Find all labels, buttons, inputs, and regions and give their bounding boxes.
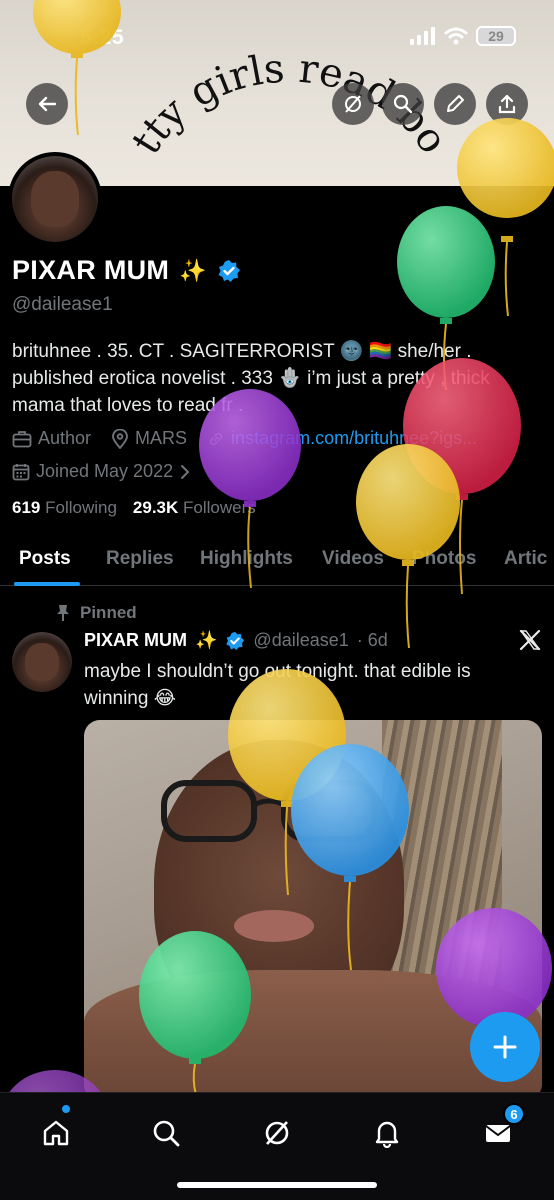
tweet-header: PIXAR MUM ✨ @dailease1 · 6d	[84, 630, 388, 651]
plus-icon	[493, 1035, 517, 1059]
location-icon	[112, 428, 128, 449]
edit-button[interactable]	[434, 83, 476, 125]
grok-icon	[265, 1121, 289, 1145]
grok-button[interactable]	[332, 83, 374, 125]
edit-icon	[447, 95, 464, 112]
x-logo-icon[interactable]	[518, 628, 542, 652]
follow-stats: 619 Following 29.3K Followers	[12, 498, 256, 518]
battery-indicator: 29	[476, 26, 516, 46]
tweet-author-name[interactable]: PIXAR MUM	[84, 630, 187, 651]
verified-icon[interactable]	[217, 259, 241, 283]
display-name: PIXAR MUM	[12, 255, 170, 285]
tweet-sparkle: ✨	[195, 630, 218, 650]
nav-grok[interactable]	[257, 1113, 297, 1153]
followers-stat[interactable]: 29.3K Followers	[133, 498, 256, 518]
tweet-author-handle: @dailease1	[253, 630, 349, 650]
followers-count: 29.3K	[132, 498, 179, 517]
tweet-avatar[interactable]	[12, 632, 72, 692]
share-icon	[498, 94, 516, 114]
briefcase-icon	[12, 430, 32, 447]
tab-posts[interactable]: Posts	[19, 548, 71, 570]
tab-articles[interactable]: Artic	[504, 548, 547, 570]
signal-icon	[410, 27, 435, 45]
tab-videos[interactable]: Videos	[322, 548, 384, 570]
verified-icon	[226, 631, 245, 650]
followers-label: Followers	[183, 498, 256, 517]
pinned-label-row: Pinned	[56, 603, 137, 623]
following-label: Following	[45, 498, 117, 517]
tweet-time: · 6d	[356, 630, 388, 650]
home-icon	[43, 1120, 69, 1146]
following-count: 619	[12, 498, 41, 517]
profile-joined-row[interactable]: Joined May 2022	[12, 461, 191, 482]
banner-arc-text: pretty girls read books	[0, 0, 456, 162]
profile-handle: @dailease1	[12, 294, 113, 315]
bell-icon	[375, 1121, 399, 1148]
svg-text:pretty girls read books: pretty girls read books	[0, 0, 456, 162]
home-unread-dot	[62, 1105, 70, 1113]
nav-notifications[interactable]	[367, 1113, 407, 1153]
tab-replies[interactable]: Replies	[106, 548, 174, 570]
media-glasses	[161, 780, 377, 842]
search-icon	[393, 94, 413, 114]
profile-location: MARS	[135, 428, 188, 448]
profile-tabs: Posts Replies Highlights Videos Photos A…	[0, 534, 554, 586]
profile-meta-row: Author MARS instagram.com/brituhnee?igs.…	[12, 428, 477, 449]
tab-highlights[interactable]: Highlights	[200, 548, 293, 570]
pinned-label: Pinned	[80, 603, 137, 622]
profile-link[interactable]: instagram.com/brituhnee?igs...	[231, 428, 477, 449]
media-lips	[234, 910, 314, 942]
nav-search[interactable]	[146, 1113, 186, 1153]
link-icon	[209, 432, 223, 445]
back-arrow-icon	[38, 96, 57, 112]
messages-badge: 6	[503, 1103, 525, 1125]
profile-avatar[interactable]	[8, 152, 102, 246]
home-indicator	[177, 1182, 377, 1188]
tweet-text: maybe I shouldn’t go out tonight. that e…	[84, 661, 471, 709]
active-tab-indicator	[14, 582, 80, 586]
tab-photos[interactable]: Photos	[412, 548, 476, 570]
status-time: 5:25	[80, 26, 125, 49]
calendar-icon	[12, 463, 30, 480]
profile-bio: brituhnee . 35. CT . SAGITERRORIST 🌚 🏳️‍…	[12, 341, 490, 416]
pin-icon	[57, 605, 69, 621]
wifi-icon	[444, 27, 468, 45]
search-button[interactable]	[382, 83, 424, 125]
status-icons: 29	[410, 26, 516, 46]
sparkle-emoji: ✨	[179, 257, 207, 283]
profile-joined: Joined May 2022	[36, 461, 174, 481]
share-button[interactable]	[486, 83, 528, 125]
nav-home[interactable]	[36, 1113, 76, 1153]
back-button[interactable]	[26, 83, 68, 125]
chevron-right-icon	[181, 464, 190, 479]
search-icon	[153, 1120, 180, 1147]
grok-icon	[345, 95, 361, 113]
profile-category: Author	[38, 428, 92, 448]
compose-button[interactable]	[470, 1012, 540, 1082]
following-stat[interactable]: 619 Following	[12, 498, 117, 518]
profile-name-row: PIXAR MUM ✨	[12, 255, 241, 286]
